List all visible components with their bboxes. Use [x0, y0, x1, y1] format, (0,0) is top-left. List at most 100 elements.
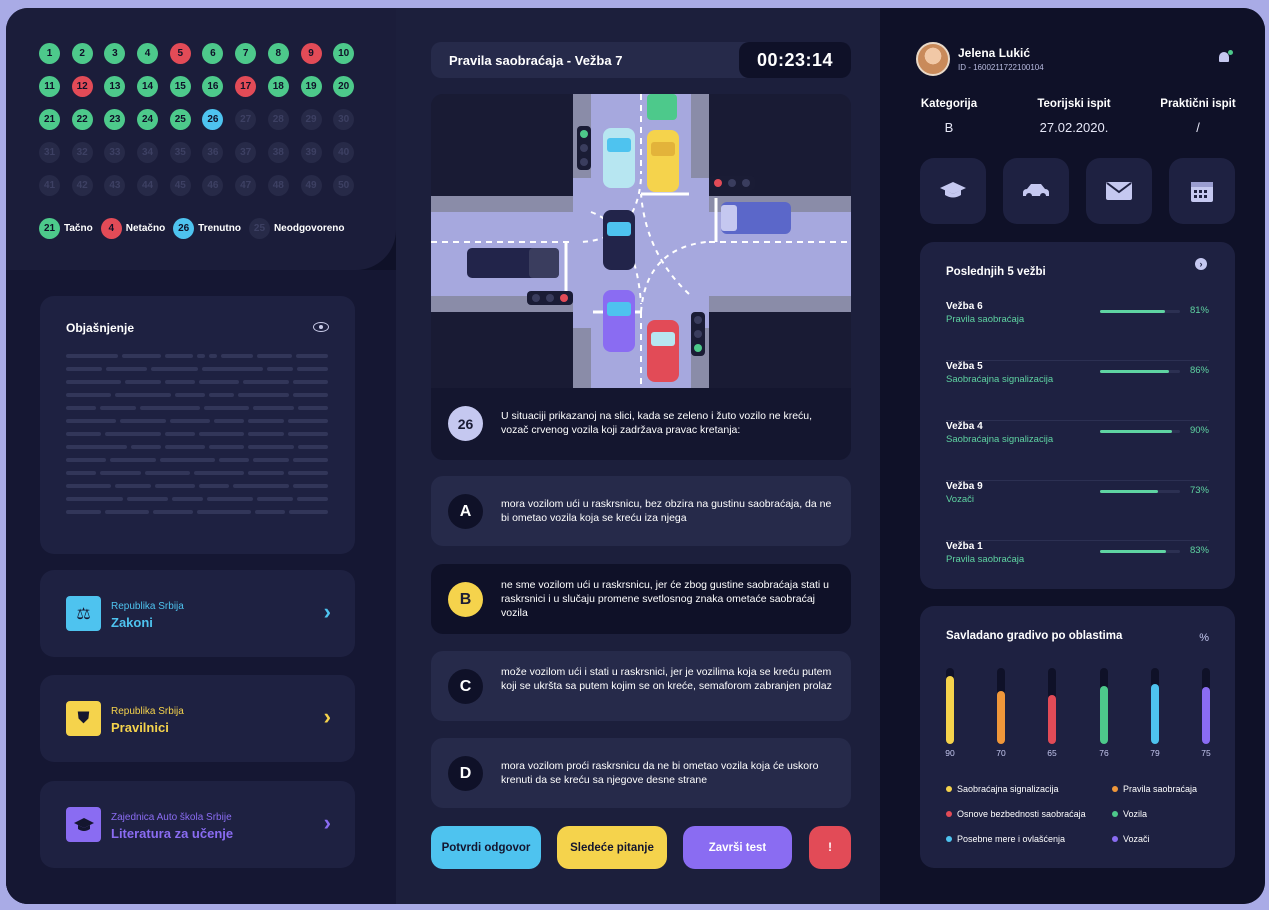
question-number-button[interactable]: 36	[202, 142, 224, 163]
chevron-right-icon: ›	[323, 704, 331, 729]
link-title: Literatura za učenje	[111, 826, 234, 841]
category-value: B	[944, 120, 954, 135]
question-number-button[interactable]: 15	[169, 76, 191, 97]
answer-letter: C	[448, 669, 483, 704]
question-number-button[interactable]: 27	[235, 109, 257, 130]
question-number-button[interactable]: 21	[39, 109, 60, 130]
question-number-button[interactable]: 31	[39, 142, 60, 163]
question-number-button[interactable]: 43	[104, 175, 126, 196]
report-button[interactable]: !	[809, 826, 851, 869]
app-window: 1 2 3 4 5 6 7 8 9 10 11 12 13 14 15 16 17 18 19 20 21 22 23 24 2…	[6, 8, 1265, 904]
car-icon[interactable]	[1003, 158, 1069, 224]
exercise-row[interactable]: Vežba 4 Saobraćajna signalizacija 90%	[946, 421, 1209, 481]
chevron-right-icon: ›	[323, 599, 331, 624]
question-number-button[interactable]: 25	[169, 109, 191, 130]
next-question-button[interactable]: Sledeće pitanje	[557, 826, 667, 869]
question-number-button[interactable]: 14	[137, 76, 159, 97]
chevron-right-icon: ›	[323, 810, 331, 835]
avatar[interactable]	[916, 42, 950, 76]
bell-icon[interactable]	[1217, 50, 1233, 64]
question-number-button[interactable]: 11	[39, 76, 60, 97]
exercise-name: Vežba 6	[946, 301, 983, 312]
question-number-button[interactable]: 19	[300, 76, 322, 97]
question-number-button[interactable]: 17	[235, 76, 257, 97]
mastery-legend-item: Osnove bezbednosti saobraćaja	[946, 809, 1086, 819]
question-number-button[interactable]: 8	[267, 43, 289, 64]
test-title: Pravila saobraćaja - Vežba 7	[449, 53, 623, 68]
question-number-button[interactable]: 16	[202, 76, 224, 97]
link-literatura[interactable]: Zajednica Auto škola Srbije Literatura z…	[40, 781, 355, 868]
answer-c[interactable]: C može vozilom ući i stati u raskrsnici,…	[431, 651, 851, 721]
exercise-row[interactable]: Vežba 5 Saobraćajna signalizacija 86%	[946, 361, 1209, 421]
question-number-button[interactable]: 49	[300, 175, 322, 196]
question-number-button[interactable]: 4	[137, 43, 159, 64]
question-number-button[interactable]: 30	[333, 109, 355, 130]
graduation-cap-icon[interactable]	[920, 158, 986, 224]
mail-icon[interactable]	[1086, 158, 1152, 224]
legend-count: 26	[173, 218, 195, 239]
question-text: U situaciji prikazanoj na slici, kada se…	[501, 410, 813, 436]
mastery-bar	[1100, 668, 1108, 744]
question-number-button[interactable]: 42	[71, 175, 93, 196]
question-number-button[interactable]: 12	[71, 76, 93, 97]
answer-letter: B	[448, 582, 483, 617]
exercise-row[interactable]: Vežba 9 Vozači 73%	[946, 481, 1209, 541]
confirm-answer-button[interactable]: Potvrdi odgovor	[431, 826, 541, 869]
question-number-button[interactable]: 50	[333, 175, 355, 196]
question-number-button[interactable]: 24	[137, 109, 159, 130]
exercise-category: Saobraćajna signalizacija	[946, 434, 1054, 445]
question-number-button[interactable]: 33	[104, 142, 126, 163]
question-number-button[interactable]: 40	[333, 142, 355, 163]
question-number-button[interactable]: 7	[235, 43, 257, 64]
question-number-button[interactable]: 39	[300, 142, 322, 163]
exercise-row[interactable]: Vežba 1 Pravila saobraćaja 83%	[946, 541, 1209, 601]
finish-test-button[interactable]: Završi test	[683, 826, 792, 869]
link-pravilnici[interactable]: ⛊ Republika Srbija Pravilnici ›	[40, 675, 355, 762]
question-number-button[interactable]: 6	[202, 43, 224, 64]
question-number-button[interactable]: 23	[104, 109, 126, 130]
question-number-button[interactable]: 48	[267, 175, 289, 196]
question-number-button[interactable]: 26	[202, 109, 224, 130]
question-number-button[interactable]: 32	[71, 142, 93, 163]
question-number-button[interactable]: 34	[137, 142, 159, 163]
question-number-button[interactable]: 45	[169, 175, 191, 196]
answer-b[interactable]: B ne sme vozilom ući u raskrsnicu, jer ć…	[431, 564, 851, 634]
question-number-button[interactable]: 47	[235, 175, 257, 196]
mastery-bar	[946, 668, 954, 744]
question-grid: 1 2 3 4 5 6 7 8 9 10 11 12 13 14 15 16 17 18 19 20 21 22 23 24 2…	[39, 43, 355, 196]
mastery-unit: %	[1199, 632, 1209, 644]
explanation-title: Objašnjenje	[66, 321, 135, 335]
exercise-row[interactable]: Vežba 6 Pravila saobraćaja 81%	[946, 301, 1209, 361]
user-id: ID - 1600211722100104	[958, 63, 1044, 72]
mastery-legend-item: Posebne mere i ovlašćenja	[946, 834, 1065, 844]
exercise-progress	[1100, 430, 1180, 433]
question-number-button[interactable]: 2	[71, 43, 93, 64]
question-number-button[interactable]: 5	[169, 43, 191, 64]
eye-icon[interactable]	[313, 322, 329, 332]
question-number-button[interactable]: 3	[104, 43, 126, 64]
question-number-button[interactable]: 46	[202, 175, 224, 196]
answer-d[interactable]: D mora vozilom proći raskrsnicu da ne bi…	[431, 738, 851, 808]
question-number-button[interactable]: 44	[137, 175, 159, 196]
link-title: Pravilnici	[111, 720, 169, 735]
link-zakoni[interactable]: ⚖ Republika Srbija Zakoni ›	[40, 570, 355, 657]
question-number-button[interactable]: 18	[267, 76, 289, 97]
question-number-button[interactable]: 22	[71, 109, 93, 130]
question-number-button[interactable]: 9	[300, 43, 322, 64]
question-number-button[interactable]: 37	[235, 142, 257, 163]
exercise-percent: 90%	[1189, 425, 1209, 436]
user-name: Jelena Lukić	[958, 46, 1031, 60]
question-number-button[interactable]: 29	[300, 109, 322, 130]
question-number-button[interactable]: 13	[104, 76, 126, 97]
chevron-right-icon[interactable]: ›	[1195, 258, 1207, 270]
answer-a[interactable]: A mora vozilom ući u raskrsnicu, bez obz…	[431, 476, 851, 546]
question-number-button[interactable]: 41	[39, 175, 60, 196]
calendar-icon[interactable]	[1169, 158, 1235, 224]
question-number-button[interactable]: 38	[267, 142, 289, 163]
question-number-button[interactable]: 20	[333, 76, 355, 97]
question-number-button[interactable]: 35	[169, 142, 191, 163]
test-panel: Pravila saobraćaja - Vežba 7 00:23:14 26…	[396, 8, 880, 904]
question-number-button[interactable]: 28	[267, 109, 289, 130]
question-number-button[interactable]: 1	[39, 43, 60, 64]
question-number-button[interactable]: 10	[333, 43, 355, 64]
